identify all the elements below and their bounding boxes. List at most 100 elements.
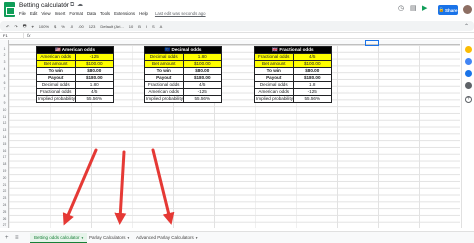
row-label[interactable]: To win bbox=[254, 67, 294, 75]
row-number[interactable]: 10 bbox=[0, 108, 9, 112]
row-number[interactable]: 5 bbox=[0, 74, 9, 78]
row-label[interactable]: American odds bbox=[36, 53, 76, 61]
menu-tools[interactable]: Tools bbox=[100, 11, 110, 16]
name-box[interactable]: F1 bbox=[2, 33, 24, 39]
row-value[interactable]: 55.56% bbox=[182, 95, 222, 103]
row-number[interactable]: 4 bbox=[0, 67, 9, 71]
row-number[interactable]: 6 bbox=[0, 81, 9, 85]
add-addon-icon[interactable]: + bbox=[465, 96, 472, 103]
sheet-tab[interactable]: Betting odds calculator ▾ bbox=[30, 233, 88, 243]
row-label[interactable]: Payout bbox=[36, 74, 76, 82]
column-headers[interactable] bbox=[0, 40, 460, 45]
row-number[interactable]: 19 bbox=[0, 169, 9, 173]
toolbar-item[interactable]: 🖶 bbox=[23, 23, 27, 30]
row-label[interactable]: American odds bbox=[144, 88, 184, 96]
row-value[interactable]: $100.00 bbox=[182, 60, 222, 68]
toolbar-item[interactable]: .0 bbox=[70, 24, 73, 29]
row-label[interactable]: Decimal odds bbox=[144, 53, 184, 61]
row-value[interactable]: $80.00 bbox=[74, 67, 114, 75]
row-number[interactable]: 3 bbox=[0, 60, 9, 64]
star-icon[interactable]: ☆ bbox=[63, 2, 68, 9]
selected-cell[interactable] bbox=[365, 40, 379, 46]
row-number[interactable]: 15 bbox=[0, 142, 9, 146]
row-label[interactable]: Bet amount bbox=[36, 60, 76, 68]
row-number[interactable]: 27 bbox=[0, 223, 9, 227]
toolbar-item[interactable]: A bbox=[160, 24, 163, 29]
toolbar-item[interactable]: ↷ bbox=[14, 24, 17, 29]
toolbar-item[interactable]: 123 bbox=[89, 24, 96, 29]
table-header[interactable]: 🇺🇸 American odds bbox=[36, 46, 114, 54]
row-number[interactable]: 8 bbox=[0, 94, 9, 98]
row-value[interactable]: 1.8 bbox=[292, 81, 332, 89]
row-value[interactable]: $80.00 bbox=[292, 67, 332, 75]
history-icon[interactable]: ◷ bbox=[398, 5, 404, 13]
row-value[interactable]: -125 bbox=[182, 88, 222, 96]
row-value[interactable]: 55.56% bbox=[292, 95, 332, 103]
row-number[interactable]: 12 bbox=[0, 121, 9, 125]
document-title[interactable]: Betting calculator bbox=[19, 2, 69, 9]
menu-format[interactable]: Format bbox=[69, 11, 83, 16]
table-header[interactable]: 🇪🇺 Decimal odds bbox=[144, 46, 222, 54]
collapse-chevron-icon[interactable]: ⌃ bbox=[464, 23, 469, 30]
row-label[interactable]: Bet amount bbox=[144, 60, 184, 68]
toolbar-item[interactable]: ↶ bbox=[6, 24, 9, 29]
tasks-icon[interactable] bbox=[465, 70, 472, 77]
table-header[interactable]: 🇬🇧 Fractional odds bbox=[254, 46, 332, 54]
row-number[interactable]: 21 bbox=[0, 183, 9, 187]
menu-file[interactable]: File bbox=[19, 11, 26, 16]
row-label[interactable]: Decimal odds bbox=[254, 81, 294, 89]
share-button[interactable]: 🔒 Share bbox=[438, 5, 458, 15]
comment-icon[interactable]: ▤ bbox=[410, 5, 417, 13]
row-number[interactable]: 11 bbox=[0, 115, 9, 119]
row-label[interactable]: Payout bbox=[254, 74, 294, 82]
toolbar-item[interactable]: B bbox=[138, 24, 141, 29]
row-number[interactable]: 22 bbox=[0, 189, 9, 193]
menu-help[interactable]: Help bbox=[139, 11, 148, 16]
row-number[interactable]: 9 bbox=[0, 101, 9, 105]
row-number[interactable]: 20 bbox=[0, 176, 9, 180]
row-label[interactable]: To win bbox=[144, 67, 184, 75]
row-label[interactable]: Decimal odds bbox=[36, 81, 76, 89]
calendar-icon[interactable] bbox=[465, 46, 472, 53]
sheet-tab[interactable]: Parlay Calculators ▾ bbox=[85, 233, 133, 243]
row-label[interactable]: Implied probability bbox=[144, 95, 184, 103]
toolbar-item[interactable]: 10 bbox=[129, 24, 133, 29]
row-number[interactable]: 13 bbox=[0, 128, 9, 132]
row-label[interactable]: Bet amount bbox=[254, 60, 294, 68]
row-label[interactable]: Payout bbox=[144, 74, 184, 82]
keep-icon[interactable] bbox=[465, 58, 472, 65]
row-number[interactable]: 17 bbox=[0, 155, 9, 159]
row-number[interactable]: 26 bbox=[0, 217, 9, 221]
row-value[interactable]: $180.00 bbox=[292, 74, 332, 82]
menu-insert[interactable]: Insert bbox=[55, 11, 66, 16]
toolbar-item[interactable]: Default (Ari... bbox=[100, 24, 123, 29]
toolbar-item[interactable]: $ bbox=[54, 24, 56, 29]
toolbar-item[interactable]: 100% bbox=[39, 24, 49, 29]
row-headers[interactable]: 1 2 3 4 5 6 7 8 9 10 11 12 13 14 15 16 17 18 19 20 21 22 23 24 2… bbox=[0, 40, 9, 228]
row-value[interactable]: $180.00 bbox=[74, 74, 114, 82]
row-number[interactable]: 16 bbox=[0, 149, 9, 153]
row-number[interactable]: 25 bbox=[0, 210, 9, 214]
row-label[interactable]: Fractional odds bbox=[36, 88, 76, 96]
toolbar-item[interactable]: .00 bbox=[78, 24, 84, 29]
row-value[interactable]: 55.56% bbox=[74, 95, 114, 103]
sheets-logo-icon[interactable] bbox=[4, 2, 15, 17]
contacts-icon[interactable] bbox=[465, 82, 472, 89]
tab-menu-caret-icon[interactable]: ▾ bbox=[196, 236, 198, 240]
row-value[interactable]: -125 bbox=[292, 88, 332, 96]
move-to-folder-icon[interactable]: ⧉ bbox=[70, 2, 74, 9]
menu-data[interactable]: Data bbox=[87, 11, 96, 16]
all-sheets-icon[interactable]: ≡ bbox=[15, 234, 19, 242]
row-label[interactable]: Fractional odds bbox=[254, 53, 294, 61]
row-value[interactable]: $100.00 bbox=[74, 60, 114, 68]
tab-menu-caret-icon[interactable]: ▾ bbox=[82, 236, 84, 240]
row-value[interactable]: -125 bbox=[74, 53, 114, 61]
row-value[interactable]: $180.00 bbox=[182, 74, 222, 82]
last-edit-link[interactable]: Last edit was seconds ago bbox=[155, 11, 206, 16]
row-value[interactable]: 4/5 bbox=[74, 88, 114, 96]
row-number[interactable]: 14 bbox=[0, 135, 9, 139]
toolbar-item[interactable]: S bbox=[152, 24, 155, 29]
row-value[interactable]: 4/5 bbox=[182, 81, 222, 89]
row-label[interactable]: To win bbox=[36, 67, 76, 75]
row-number[interactable]: 7 bbox=[0, 87, 9, 91]
